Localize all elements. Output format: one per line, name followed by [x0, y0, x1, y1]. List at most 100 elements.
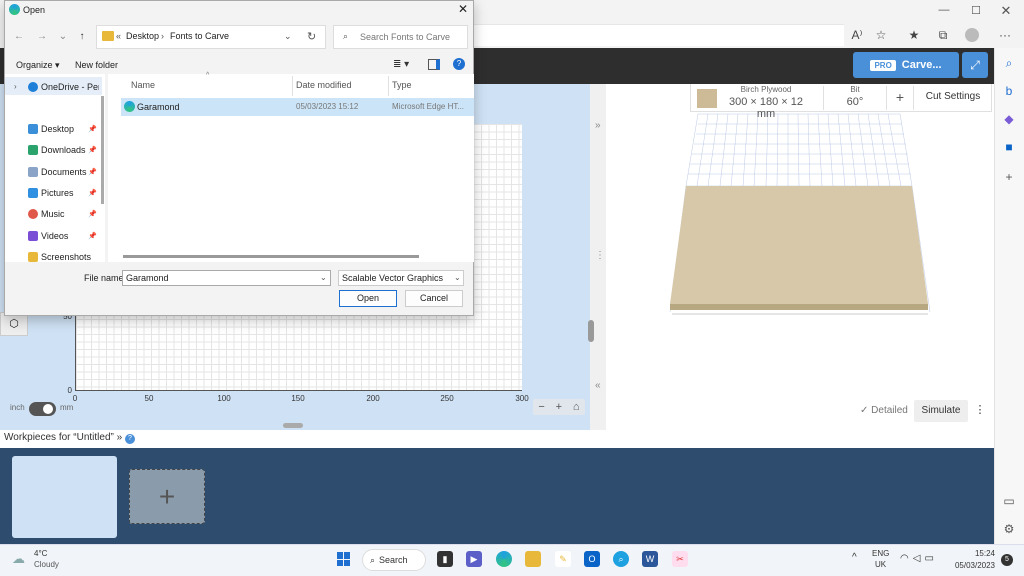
file-name-input[interactable]: Garamond — [122, 270, 331, 286]
open-button[interactable]: Open — [339, 290, 397, 307]
weather-condition[interactable]: Cloudy — [34, 560, 59, 569]
zoom-in-icon[interactable]: + — [556, 401, 562, 413]
expand-right-icon[interactable]: » — [595, 120, 601, 131]
breadcrumb-overflow[interactable]: « — [116, 31, 121, 41]
chevron-down-icon[interactable]: ⌄ — [284, 31, 292, 42]
task-view-icon[interactable]: ▮ — [437, 551, 453, 567]
refresh-icon[interactable]: ↻ — [307, 30, 316, 43]
close-window-button[interactable]: ✕ — [998, 3, 1014, 18]
teams-icon[interactable]: ▶ — [466, 551, 482, 567]
keyboard-layout-label[interactable]: UK — [875, 560, 886, 569]
column-date[interactable]: Date modified — [296, 80, 352, 90]
close-icon[interactable]: ✕ — [457, 3, 469, 15]
help-icon[interactable]: ? — [453, 58, 465, 70]
nav-item-label[interactable]: Videos — [41, 231, 68, 241]
new-folder-button[interactable]: New folder — [75, 60, 118, 70]
collections-icon[interactable]: ⧉ — [934, 26, 952, 44]
clock-date[interactable]: 05/03/2023 — [953, 561, 995, 570]
add-workpiece-button[interactable]: + — [129, 469, 205, 524]
chevron-down-icon[interactable]: » — [117, 432, 123, 443]
profile-icon[interactable] — [965, 28, 979, 42]
language-label[interactable]: ENG — [872, 549, 889, 558]
detailed-toggle[interactable]: ✓ Detailed — [860, 405, 908, 416]
chevron-right-icon[interactable]: › — [14, 82, 17, 91]
bing-icon[interactable]: b — [1000, 82, 1018, 100]
nav-item-label[interactable]: Pictures — [41, 188, 74, 198]
breadcrumb-desktop[interactable]: Desktop — [126, 31, 159, 41]
nav-item-label[interactable]: OneDrive - Perso — [41, 82, 99, 92]
file-type-select[interactable]: Scalable Vector Graphics — [338, 270, 464, 286]
sidebar-toggle-icon[interactable]: ▭ — [1000, 492, 1018, 510]
nav-item-label[interactable]: Documents — [41, 167, 87, 177]
file-name[interactable]: Garamond — [137, 102, 180, 112]
expand-left-icon[interactable]: « — [595, 380, 601, 391]
back-icon[interactable]: ← — [12, 30, 26, 44]
organize-menu[interactable]: Organize ▾ — [16, 60, 60, 71]
help-icon[interactable]: ? — [124, 434, 135, 444]
chevron-up-icon[interactable]: ^ — [852, 552, 857, 563]
zoom-out-icon[interactable]: − — [538, 401, 544, 413]
copilot-icon[interactable]: ◆ — [1000, 110, 1018, 128]
nav-item-label[interactable]: Desktop — [41, 124, 74, 134]
forward-icon[interactable]: → — [35, 30, 49, 44]
settings-icon[interactable]: ⚙ — [1000, 520, 1018, 538]
chevron-down-icon[interactable]: ⌄ — [320, 273, 327, 282]
sticky-icon[interactable]: ✎ — [555, 551, 571, 567]
drag-handle-icon[interactable]: ⋮ — [595, 250, 605, 261]
tray-icons[interactable]: ◠◁▭ — [900, 553, 938, 564]
column-divider[interactable] — [388, 76, 389, 96]
carve-button[interactable]: PRO Carve... — [853, 52, 959, 78]
breadcrumb-current-folder[interactable]: Fonts to Carve — [170, 31, 229, 41]
search-app-icon[interactable]: ⌕ — [613, 551, 629, 567]
column-divider[interactable] — [292, 76, 293, 96]
edge-icon[interactable] — [496, 551, 512, 567]
wifi-icon[interactable]: ◠ — [900, 553, 913, 564]
cancel-button[interactable]: Cancel — [405, 290, 463, 307]
minimize-button[interactable]: — — [936, 4, 952, 18]
windows-start-icon[interactable] — [337, 552, 351, 566]
more-icon[interactable]: ··· — [996, 26, 1014, 44]
weather-icon[interactable]: ☁ — [12, 551, 25, 567]
word-icon[interactable]: W — [642, 551, 658, 567]
search-input[interactable]: Search Fonts to Carve — [333, 25, 468, 49]
notification-badge[interactable]: 5 — [1001, 554, 1013, 566]
workpiece-card[interactable] — [12, 456, 117, 538]
splitter-handle[interactable] — [588, 320, 594, 342]
weather-temp[interactable]: 4°C — [34, 549, 47, 558]
simulate-button[interactable]: Simulate — [914, 400, 968, 422]
volume-icon[interactable]: ◁ — [913, 553, 925, 564]
preview-3d[interactable] — [668, 112, 932, 318]
address-bar[interactable] — [474, 24, 844, 46]
favorite-add-icon[interactable]: ☆ — [872, 26, 890, 44]
nav-item-label[interactable]: Downloads — [41, 145, 86, 155]
expand-icon[interactable]: ⤢ — [962, 52, 988, 78]
nav-item-label[interactable]: Screenshots — [41, 252, 91, 262]
cut-settings-button[interactable]: Cut Settings — [920, 88, 986, 106]
battery-icon[interactable]: ▭ — [924, 553, 937, 564]
nav-item-label[interactable]: Music — [41, 209, 65, 219]
carving-app-icon[interactable]: ✂ — [672, 551, 688, 567]
file-list-scrollbar[interactable] — [123, 255, 419, 258]
chevron-down-icon[interactable]: ⌄ — [454, 273, 461, 282]
outlook-icon[interactable]: O — [584, 551, 600, 567]
nav-scrollbar[interactable] — [101, 96, 104, 204]
canvas-scrollbar[interactable] — [283, 423, 303, 428]
taskbar-search[interactable]: ⌕ Search — [362, 549, 426, 571]
add-bit-icon[interactable]: + — [893, 89, 907, 105]
column-name[interactable]: Name — [131, 80, 155, 90]
add-icon[interactable]: + — [1000, 168, 1018, 186]
up-icon[interactable]: ↑ — [75, 30, 89, 44]
outlook-icon[interactable]: ■ — [1000, 138, 1018, 156]
maximize-button[interactable]: ☐ — [968, 4, 984, 18]
read-aloud-icon[interactable]: A⁾ — [848, 26, 866, 44]
search-icon[interactable]: ⌕ — [1000, 54, 1018, 72]
recent-dropdown-icon[interactable]: ⌄ — [56, 30, 70, 44]
home-icon[interactable]: ⌂ — [573, 401, 580, 413]
clock-time[interactable]: 15:24 — [955, 549, 995, 558]
view-options-icon[interactable]: ≣ ▾ — [393, 59, 409, 70]
preview-pane-icon[interactable] — [428, 59, 440, 70]
more-options-icon[interactable]: ⋮ — [973, 403, 987, 419]
file-explorer-icon[interactable] — [525, 551, 541, 567]
favorites-icon[interactable]: ★ — [905, 26, 923, 44]
column-type[interactable]: Type — [392, 80, 412, 90]
